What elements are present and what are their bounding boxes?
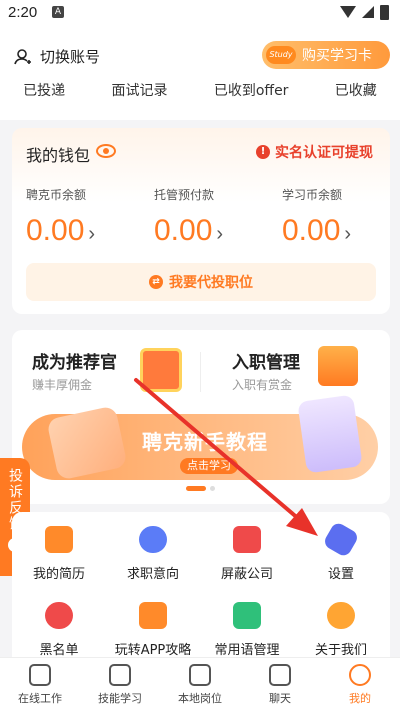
wifi-icon xyxy=(340,6,356,18)
eye-icon[interactable] xyxy=(96,144,116,158)
carousel-dot-active xyxy=(186,486,206,491)
chevron-right-icon: › xyxy=(344,223,352,245)
balance-value-study: 0.00 xyxy=(282,214,341,247)
grid-item-label: 黑名单 xyxy=(39,643,79,658)
grid-item-job-intention[interactable]: 求职意向 xyxy=(106,512,200,582)
divider xyxy=(200,352,201,392)
phone-illustration xyxy=(297,394,363,474)
nav-label: 聊天 xyxy=(269,692,291,705)
recommender-subtitle: 赚丰厚佣金 xyxy=(32,378,93,392)
nav-label: 在线工作 xyxy=(18,692,62,705)
nav-label: 技能学习 xyxy=(98,692,142,705)
notification-icon: A xyxy=(52,6,64,18)
grid-item-label: 求职意向 xyxy=(126,567,179,582)
grid-item-label: 常用语管理 xyxy=(214,643,280,658)
chat-phrases-icon xyxy=(233,602,261,629)
calendar-icon xyxy=(189,664,211,686)
balance-escrow[interactable]: 0.00 › xyxy=(154,214,223,248)
settings-icon xyxy=(322,520,360,559)
grid-item-label: 我的简历 xyxy=(32,567,85,582)
agent-apply-button[interactable]: ⇄ 我要代投职位 xyxy=(26,263,376,301)
hand-illustration xyxy=(46,405,128,481)
nav-local-jobs[interactable]: 本地岗位 xyxy=(160,658,240,712)
grid-item-about-us[interactable]: 关于我们 xyxy=(294,588,388,658)
function-grid: 我的简历 求职意向 屏蔽公司 设置 黑名单 玩转APP攻略 常用语管理 关于我们 xyxy=(12,512,390,672)
grid-item-resume[interactable]: 我的简历 xyxy=(12,512,106,582)
record-offers[interactable]: 已收到offer xyxy=(214,80,289,100)
nav-chat[interactable]: 聊天 xyxy=(240,658,320,712)
carousel-dots xyxy=(186,486,215,491)
signal-icon xyxy=(362,6,374,18)
carousel-dot xyxy=(210,486,215,491)
wallet-title: 我的钱包 xyxy=(26,146,91,165)
banner-title: 聘克新手教程 xyxy=(142,430,268,454)
user-switch-icon xyxy=(14,48,31,64)
entry-title: 入职管理 xyxy=(232,353,300,373)
resume-icon xyxy=(45,526,73,553)
balance-label-study: 学习币余额 xyxy=(282,188,343,202)
chevron-right-icon: › xyxy=(216,223,224,245)
switch-account-label: 切换账号 xyxy=(40,48,101,66)
grid-item-label: 关于我们 xyxy=(314,643,367,658)
alert-icon: ! xyxy=(256,145,270,159)
nav-label: 我的 xyxy=(349,692,371,705)
verify-identity-link[interactable]: ! 实名认证可提现 xyxy=(256,142,373,162)
chevron-right-icon: › xyxy=(88,223,96,245)
balance-value-escrow: 0.00 xyxy=(154,214,213,247)
chat-icon xyxy=(269,664,291,686)
banner-learn-button[interactable]: 点击学习 xyxy=(180,458,238,474)
balance-label-coins: 聘克币余额 xyxy=(26,188,87,202)
verify-identity-label: 实名认证可提现 xyxy=(275,145,373,161)
switch-account-button[interactable]: 切换账号 xyxy=(14,46,100,67)
graduation-cap-icon xyxy=(109,664,131,686)
buy-study-card-button[interactable]: Study 购买学习卡 xyxy=(262,41,390,69)
records-row: 已投递 面试记录 已收到offer 已收藏 xyxy=(0,80,400,100)
entry-subtitle: 入职有赏金 xyxy=(232,378,293,392)
grid-item-label: 屏蔽公司 xyxy=(220,567,273,582)
status-bar: 2:20 A xyxy=(0,0,400,28)
nav-online-work[interactable]: 在线工作 xyxy=(0,658,80,712)
grid-item-block-company[interactable]: 屏蔽公司 xyxy=(200,512,294,582)
wallet-card: 我的钱包 ! 实名认证可提现 聘克币余额 0.00 › 托管预付款 0.00 › 学… xyxy=(12,128,390,314)
grid-item-label: 设置 xyxy=(327,567,354,582)
nav-label: 本地岗位 xyxy=(178,692,222,705)
grid-item-phrases[interactable]: 常用语管理 xyxy=(200,588,294,658)
battery-icon xyxy=(380,5,389,20)
agent-apply-label: 我要代投职位 xyxy=(169,275,253,291)
monitor-icon xyxy=(29,664,51,686)
balance-value-coins: 0.00 xyxy=(26,214,85,247)
promo-card: 成为推荐官 赚丰厚佣金 入职管理 入职有赏金 聘克新手教程 点击学习 xyxy=(12,330,390,504)
nav-mine[interactable]: 我的 xyxy=(320,658,400,712)
guide-icon xyxy=(139,602,167,629)
tutorial-banner[interactable]: 聘克新手教程 点击学习 xyxy=(22,394,378,481)
balance-study[interactable]: 0.00 › xyxy=(282,214,351,248)
nav-skill-learning[interactable]: 技能学习 xyxy=(80,658,160,712)
folder-icon xyxy=(318,346,358,386)
grid-item-label: 玩转APP攻略 xyxy=(114,643,192,658)
balance-coins[interactable]: 0.00 › xyxy=(26,214,95,248)
record-favorites[interactable]: 已收藏 xyxy=(335,80,377,100)
record-applied[interactable]: 已投递 xyxy=(23,80,65,100)
buy-study-card-label: 购买学习卡 xyxy=(302,48,372,64)
gift-icon xyxy=(140,348,182,392)
blocked-user-icon xyxy=(45,602,73,629)
profile-icon xyxy=(349,664,371,686)
record-interviews[interactable]: 面试记录 xyxy=(112,80,168,100)
exchange-icon: ⇄ xyxy=(149,275,163,289)
building-icon xyxy=(233,526,261,553)
grid-item-settings[interactable]: 设置 xyxy=(294,512,388,582)
heart-pin-icon xyxy=(139,526,167,553)
grid-item-app-guide[interactable]: 玩转APP攻略 xyxy=(106,588,200,658)
bottom-nav: 在线工作 技能学习 本地岗位 聊天 我的 xyxy=(0,657,400,712)
people-icon xyxy=(327,602,355,629)
study-badge: Study xyxy=(266,46,296,64)
balance-label-escrow: 托管预付款 xyxy=(154,188,215,202)
recommender-title: 成为推荐官 xyxy=(32,353,117,373)
status-time: 2:20 xyxy=(8,4,38,21)
grid-item-blacklist[interactable]: 黑名单 xyxy=(12,588,106,658)
